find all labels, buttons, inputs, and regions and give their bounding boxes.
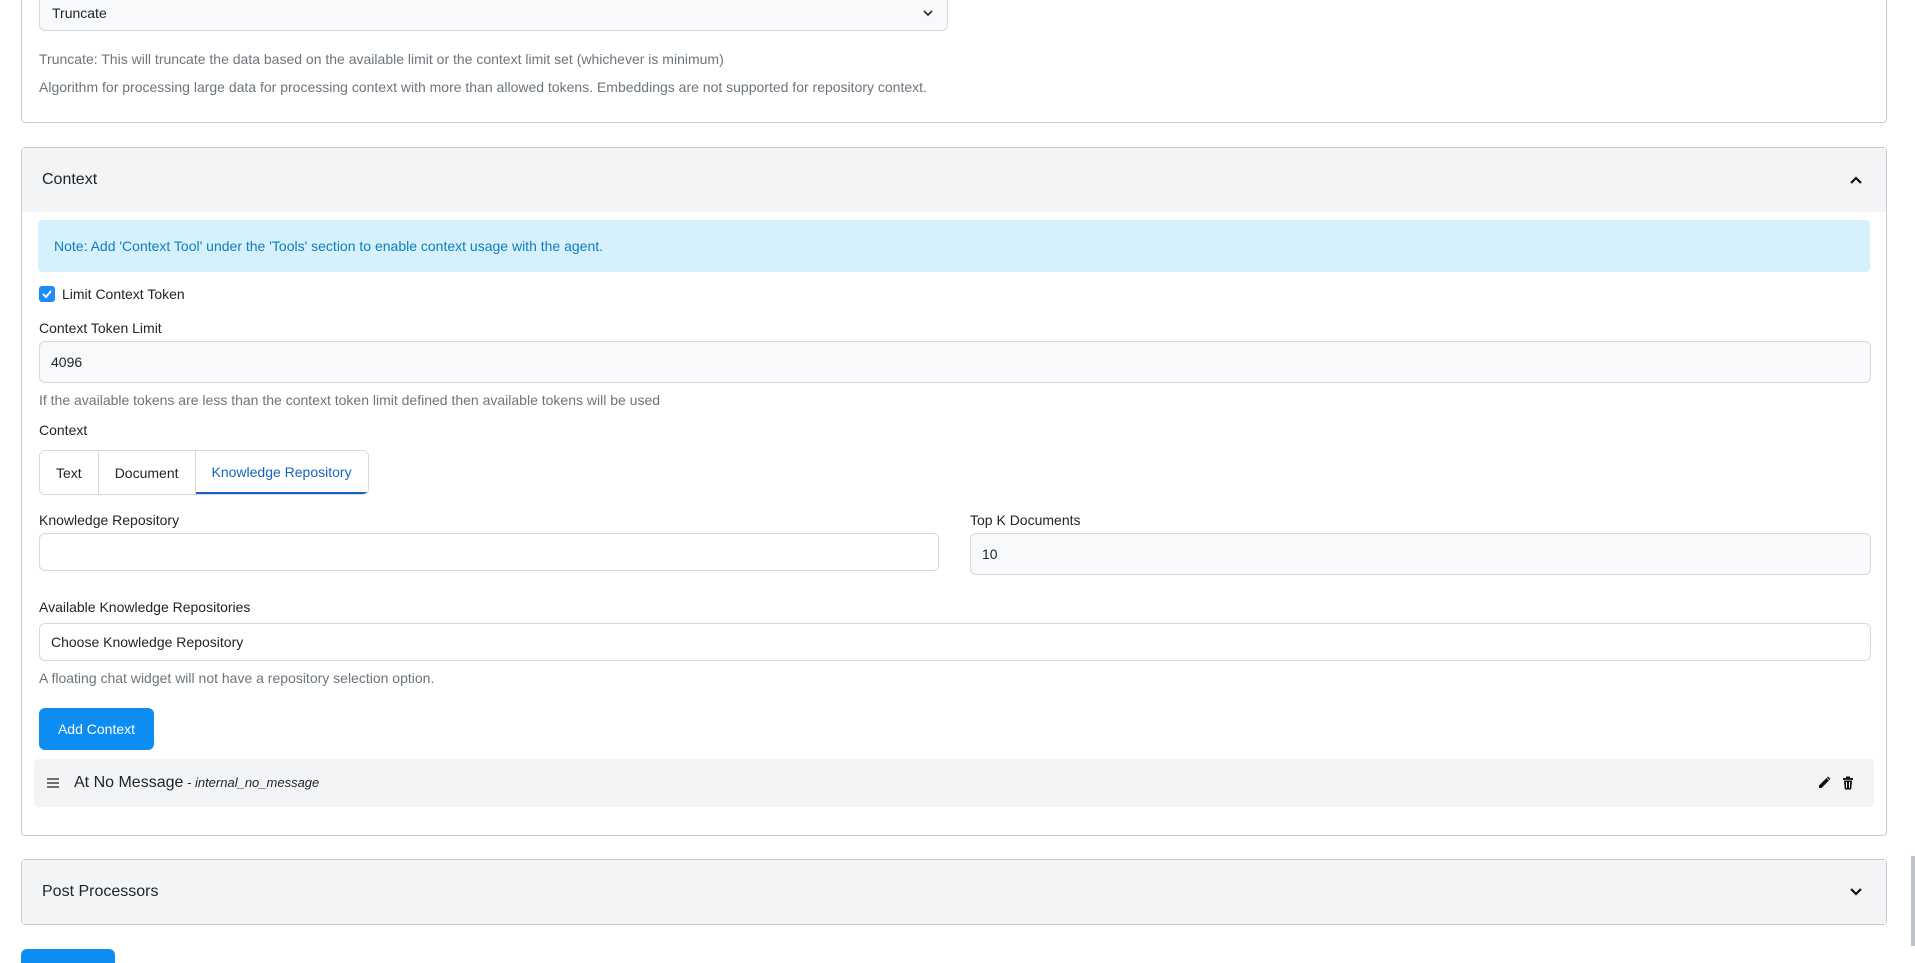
check-icon [42, 290, 52, 299]
truncate-help-text: Truncate: This will truncate the data ba… [39, 51, 724, 67]
chevron-down-icon [1850, 887, 1862, 896]
limit-context-token-label: Limit Context Token [62, 286, 185, 302]
context-type-label: Context [39, 422, 88, 438]
available-repositories-select[interactable]: Choose Knowledge Repository [39, 623, 1871, 661]
context-tool-note: Note: Add 'Context Tool' under the 'Tool… [38, 220, 1870, 272]
tab-knowledge-repository[interactable]: Knowledge Repository [195, 451, 368, 494]
tab-document[interactable]: Document [98, 451, 196, 494]
save-button-partial[interactable] [21, 949, 115, 963]
context-item-key: internal_no_message [194, 775, 320, 790]
top-k-documents-value: 10 [982, 546, 998, 562]
tab-text[interactable]: Text [40, 451, 99, 494]
context-accordion-header[interactable]: Context [22, 148, 1886, 212]
post-processors-accordion-header[interactable]: Post Processors [22, 860, 1886, 924]
algorithm-select[interactable]: Truncate [39, 0, 948, 31]
context-token-limit-input[interactable]: 4096 [39, 341, 1871, 383]
context-tool-note-text: Note: Add 'Context Tool' under the 'Tool… [54, 238, 604, 254]
context-token-limit-label: Context Token Limit [39, 320, 162, 336]
post-processors-panel: Post Processors [21, 859, 1887, 925]
add-context-button[interactable]: Add Context [39, 708, 154, 750]
knowledge-repository-label: Knowledge Repository [39, 512, 180, 528]
list-item: At No Message - internal_no_message [34, 759, 1874, 807]
chevron-up-icon [1850, 175, 1862, 184]
context-token-limit-value: 4096 [51, 354, 83, 370]
limit-context-token-checkbox[interactable] [39, 286, 55, 302]
available-repositories-value: Choose Knowledge Repository [51, 634, 244, 650]
knowledge-repository-input[interactable] [39, 533, 939, 571]
algorithm-help-text: Algorithm for processing large data for … [39, 79, 927, 95]
context-section-title: Context [42, 170, 98, 188]
chevron-down-icon [923, 9, 933, 16]
scrollbar-thumb[interactable] [1911, 856, 1915, 946]
context-panel: Context Note: Add 'Context Tool' under t… [21, 147, 1887, 836]
trash-icon[interactable] [1840, 775, 1856, 791]
context-item-title: At No Message - internal_no_message [74, 774, 319, 792]
available-repositories-label: Available Knowledge Repositories [39, 599, 251, 615]
context-item-separator: - [183, 775, 195, 790]
top-k-documents-label: Top K Documents [970, 512, 1081, 528]
top-k-documents-input[interactable]: 10 [970, 533, 1871, 575]
token-limit-help-text: If the available tokens are less than th… [39, 392, 661, 408]
algorithm-select-value: Truncate [52, 4, 107, 21]
processing-algorithm-panel: Truncate Truncate: This will truncate th… [21, 0, 1887, 123]
drag-handle-icon[interactable] [46, 777, 60, 789]
context-type-tabs: Text Document Knowledge Repository [39, 450, 369, 495]
post-processors-title: Post Processors [42, 882, 159, 900]
widget-help-text: A floating chat widget will not have a r… [39, 670, 435, 686]
context-item-name: At No Message [74, 774, 184, 791]
edit-icon[interactable] [1816, 775, 1832, 791]
